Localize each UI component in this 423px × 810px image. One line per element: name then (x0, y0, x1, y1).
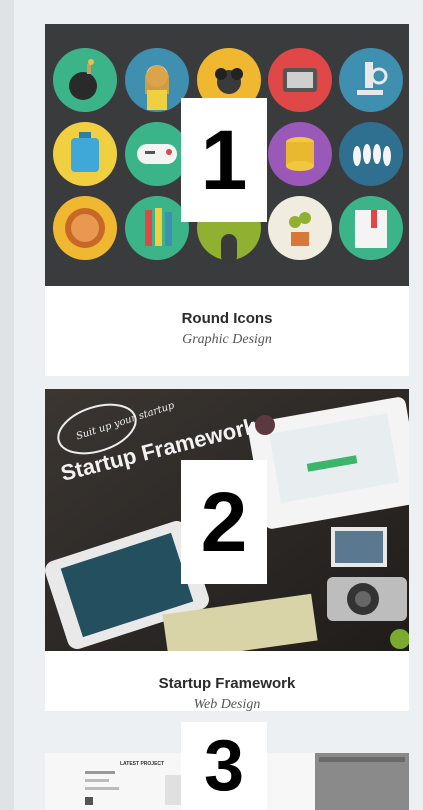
project-category: Graphic Design (182, 332, 272, 347)
coins-icon (268, 122, 332, 186)
number-label-3: 3 (181, 722, 267, 810)
project-title[interactable]: Startup Framework (45, 675, 409, 692)
bowling-icon (339, 122, 403, 186)
bomb-icon (53, 48, 117, 112)
round-icons-caption: Round Icons Graphic Design (45, 286, 409, 348)
tablet-pen-icon (268, 48, 332, 112)
project-category: Web Design (193, 697, 261, 711)
gamepad-icon (125, 122, 189, 186)
left-scroll-strip (0, 0, 14, 810)
pencils-icon (125, 196, 189, 260)
book-icon (339, 196, 403, 260)
donut-icon (53, 196, 117, 260)
number-label-1: 1 (181, 98, 267, 222)
suitcase-icon (53, 122, 117, 186)
number-label-2: 2 (181, 460, 267, 584)
project-title[interactable]: Round Icons (45, 310, 409, 327)
microscope-icon (339, 48, 403, 112)
plant-icon (268, 196, 332, 260)
startup-framework-caption: Startup Framework Web Design (45, 651, 409, 711)
woman-icon (125, 48, 189, 112)
latest-project-heading: LATEST PROJECT (120, 761, 164, 767)
